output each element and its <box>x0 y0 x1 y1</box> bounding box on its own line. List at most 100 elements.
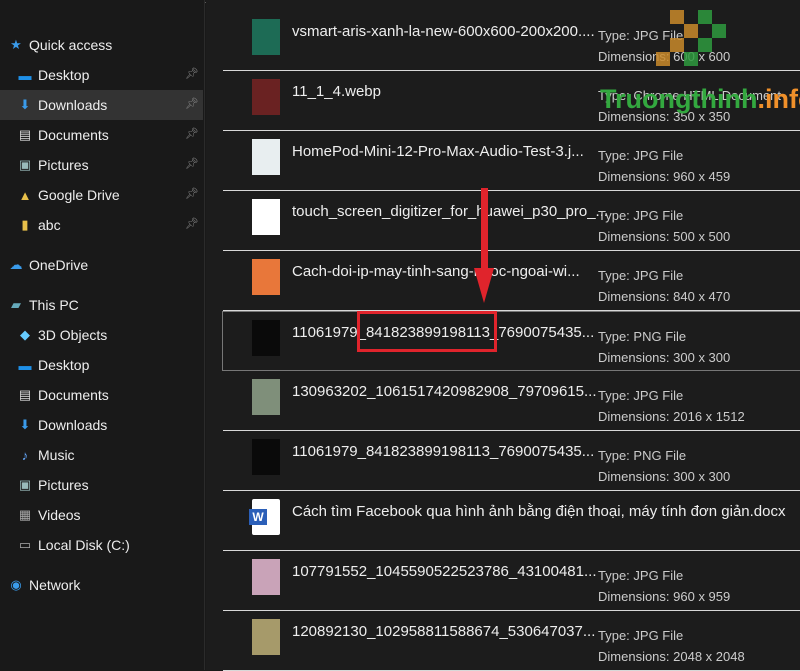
pin-icon[interactable]: 📌︎ <box>185 127 199 140</box>
file-name: HomePod-Mini-12-Pro-Max-Audio-Test-3.j..… <box>292 143 584 160</box>
sidebar-item-desktop[interactable]: ▬ Desktop 📌︎ <box>0 60 203 90</box>
sidebar-item-3d-objects[interactable]: ◆ 3D Objects <box>0 320 203 350</box>
sidebar-item-label: Pictures <box>38 157 89 173</box>
sidebar-item-label: Network <box>29 577 81 593</box>
sidebar-item-google-drive[interactable]: ▲ Google Drive 📌︎ <box>0 180 203 210</box>
pin-icon[interactable]: 📌︎ <box>185 187 199 200</box>
google-drive-icon: ▲ <box>18 187 32 203</box>
file-name: 11061979_841823899198113_7690075435... <box>292 443 595 460</box>
file-type: Type: JPG File <box>598 148 684 163</box>
sidebar-item-label: Documents <box>38 387 109 403</box>
pictures-icon: ▣ <box>18 477 32 492</box>
file-thumbnail <box>252 559 280 595</box>
file-thumbnail <box>252 379 280 415</box>
pictures-icon: ▣ <box>18 157 32 172</box>
file-type: Type: PNG File <box>598 448 687 463</box>
svg-text:Truongthinh.info: Truongthinh.info <box>600 84 800 114</box>
sidebar-item-desktop[interactable]: ▬ Desktop <box>0 350 203 380</box>
pin-icon[interactable]: 📌︎ <box>185 217 199 230</box>
file-name: 11_1_4.webp <box>292 83 381 100</box>
sidebar-item-label: OneDrive <box>29 257 89 273</box>
file-row[interactable]: HomePod-Mini-12-Pro-Max-Audio-Test-3.j..… <box>223 131 800 191</box>
file-name: 107791552_1045590522523786_43100481... <box>292 563 597 580</box>
file-name: vsmart-aris-xanh-la-new-600x600-200x200.… <box>292 23 595 40</box>
file-type: Type: JPG File <box>598 628 684 643</box>
file-name: 130963202_1061517420982908_79709615... <box>292 383 597 400</box>
sidebar-item-abc[interactable]: ▮ abc 📌︎ <box>0 210 203 240</box>
sidebar-item-label: Local Disk (C:) <box>38 537 130 553</box>
file-type: Type: JPG File <box>598 208 684 223</box>
file-thumbnail <box>252 19 280 55</box>
document-icon: ▤ <box>18 387 32 402</box>
file-row[interactable]: 11061979_841823899198113_7690075435... Ty… <box>222 311 800 371</box>
file-thumbnail <box>252 79 280 115</box>
file-row[interactable]: 107791552_1045590522523786_43100481... Ty… <box>223 551 800 611</box>
annotation-highlight-box <box>357 311 497 352</box>
sidebar-item-music[interactable]: ♪ Music <box>0 440 203 470</box>
sidebar-item-documents[interactable]: ▤ Documents <box>0 380 203 410</box>
desktop-icon: ▬ <box>18 357 32 373</box>
file-dimensions: Dimensions: 2016 x 1512 <box>598 409 745 424</box>
file-thumbnail <box>252 139 280 175</box>
sidebar-item-label: Videos <box>38 507 81 523</box>
file-row[interactable]: touch_screen_digitizer_for_huawei_p30_pr… <box>223 191 800 251</box>
star-icon: ★ <box>10 37 22 52</box>
computer-icon: ▰ <box>11 297 21 312</box>
file-dimensions: Dimensions: 500 x 500 <box>598 229 731 244</box>
pin-icon[interactable]: 📌︎ <box>185 97 199 110</box>
sidebar-item-downloads[interactable]: ⬇ Downloads 📌︎ <box>0 90 203 120</box>
music-icon: ♪ <box>21 447 29 463</box>
file-thumbnail <box>252 320 280 356</box>
file-name: Cách tìm Facebook qua hình ảnh bằng điện… <box>292 503 786 520</box>
sidebar-item-onedrive[interactable]: ☁ OneDrive <box>0 250 203 280</box>
file-row[interactable]: Cach-doi-ip-may-tinh-sang-nuoc-ngoai-wi.… <box>223 251 800 311</box>
file-type: Type: JPG File <box>598 268 684 283</box>
sidebar-item-this-pc[interactable]: ▰ This PC <box>0 290 203 320</box>
file-dimensions: Dimensions: 960 x 959 <box>598 589 731 604</box>
sidebar-item-label: Pictures <box>38 477 89 493</box>
word-doc-icon: W <box>249 499 280 535</box>
cloud-icon: ☁ <box>9 257 23 272</box>
folder-icon: ▮ <box>21 217 29 232</box>
file-row[interactable]: 11061979_841823899198113_7690075435... Ty… <box>223 431 800 491</box>
cube-icon: ◆ <box>20 327 30 342</box>
sidebar-item-label: 3D Objects <box>38 327 108 343</box>
video-icon: ▦ <box>18 507 32 522</box>
sidebar-item-downloads[interactable]: ⬇ Downloads <box>0 410 203 440</box>
file-name: Cach-doi-ip-may-tinh-sang-nuoc-ngoai-wi.… <box>292 263 580 280</box>
file-type: Type: PNG File <box>598 329 687 344</box>
file-row[interactable]: W Cách tìm Facebook qua hình ảnh bằng điệ… <box>223 491 800 551</box>
sidebar-item-quick-access[interactable]: ★ Quick access <box>0 30 203 60</box>
sidebar-item-documents[interactable]: ▤ Documents 📌︎ <box>0 120 203 150</box>
file-dimensions: Dimensions: 300 x 300 <box>598 350 731 365</box>
sidebar-item-label: abc <box>38 217 61 233</box>
sidebar-item-label: Documents <box>38 127 109 143</box>
sidebar-item-label: Google Drive <box>38 187 120 203</box>
desktop-icon: ▬ <box>18 67 32 83</box>
sidebar-item-label: Desktop <box>38 67 90 83</box>
file-dimensions: Dimensions: 960 x 459 <box>598 169 731 184</box>
sidebar-item-pictures[interactable]: ▣ Pictures 📌︎ <box>0 150 203 180</box>
download-icon: ⬇ <box>19 97 31 112</box>
download-icon: ⬇ <box>19 417 31 432</box>
sidebar-item-videos[interactable]: ▦ Videos <box>0 500 203 530</box>
sidebar-item-network[interactable]: ◉ Network <box>0 570 203 600</box>
file-thumbnail <box>252 199 280 235</box>
sidebar-item-label: This PC <box>29 297 79 313</box>
file-row[interactable]: 130963202_1061517420982908_79709615... Ty… <box>223 371 800 431</box>
network-icon: ◉ <box>10 577 22 592</box>
file-name: touch_screen_digitizer_for_huawei_p30_pr… <box>292 203 609 220</box>
file-thumbnail <box>252 259 280 295</box>
file-name: 120892130_102958811588674_530647037... <box>292 623 596 640</box>
file-dimensions: Dimensions: 300 x 300 <box>598 469 731 484</box>
sidebar-item-label: Desktop <box>38 357 90 373</box>
sidebar-item-pictures[interactable]: ▣ Pictures <box>0 470 203 500</box>
disk-icon: ▭ <box>18 537 32 552</box>
sidebar-item-label: Music <box>38 447 75 463</box>
pin-icon[interactable]: 📌︎ <box>185 157 199 170</box>
sidebar-item-label: Downloads <box>38 417 108 433</box>
file-row[interactable]: 120892130_102958811588674_530647037... Ty… <box>223 611 800 671</box>
sidebar-item-local-disk-c[interactable]: ▭ Local Disk (C:) <box>0 530 203 560</box>
pin-icon[interactable]: 📌︎ <box>185 67 199 80</box>
file-type: Type: JPG File <box>598 568 684 583</box>
